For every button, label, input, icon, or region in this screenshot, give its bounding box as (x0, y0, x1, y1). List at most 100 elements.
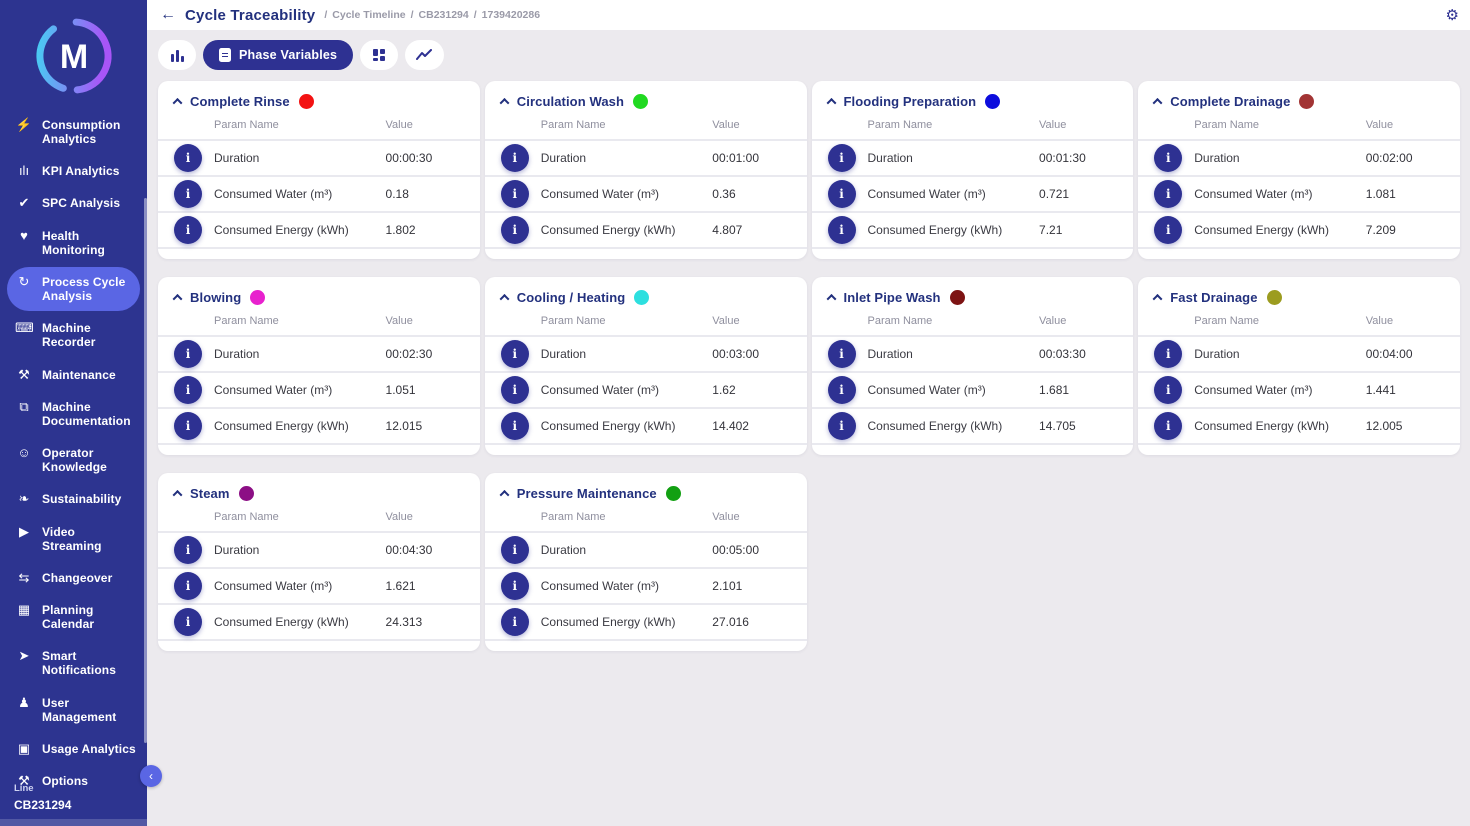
table-row-consumed-energy-kwh: iConsumed Energy (kWh)1.802 (158, 211, 480, 247)
phase-variables-button[interactable]: Phase Variables (203, 40, 353, 70)
breadcrumb-cycle-timeline[interactable]: Cycle Timeline (332, 9, 405, 21)
bar-chart-view-button[interactable] (158, 40, 196, 70)
info-icon[interactable]: i (1154, 340, 1182, 368)
sidebar-vertical-scrollbar[interactable] (144, 198, 147, 743)
column-header-param-name: Param Name (1194, 119, 1366, 131)
info-icon[interactable]: i (501, 180, 529, 208)
info-icon[interactable]: i (828, 144, 856, 172)
param-name: Consumed Energy (kWh) (1194, 223, 1366, 237)
info-icon[interactable]: i (174, 376, 202, 404)
chevron-up-icon[interactable] (826, 98, 836, 108)
chevron-up-icon[interactable] (1153, 98, 1163, 108)
sidebar-collapse-button[interactable]: ‹ (140, 765, 162, 787)
phase-card-header: Complete Rinse (158, 81, 480, 114)
table-row-consumed-energy-kwh: iConsumed Energy (kWh)7.21 (812, 211, 1134, 247)
sidebar-item-label: Process Cycle Analysis (42, 275, 136, 303)
info-icon[interactable]: i (501, 572, 529, 600)
sidebar: M ⚡Consumption AnalyticsılıKPI Analytics… (0, 0, 147, 826)
chevron-up-icon[interactable] (173, 294, 183, 304)
phase-card-flooding-preparation: Flooding PreparationParam NameValueiDura… (812, 81, 1134, 259)
info-icon[interactable]: i (828, 340, 856, 368)
param-name: Consumed Energy (kWh) (214, 419, 386, 433)
info-icon[interactable]: i (501, 216, 529, 244)
table-header: Param NameValue (485, 310, 807, 335)
param-name: Duration (541, 347, 713, 361)
param-value: 00:02:30 (386, 347, 464, 361)
info-icon[interactable]: i (174, 340, 202, 368)
param-name: Consumed Energy (kWh) (541, 419, 713, 433)
documents-icon: ⧉ (15, 400, 33, 414)
sidebar-item-changeover[interactable]: ⇆Changeover (7, 563, 140, 593)
dashboard-grid-view-button[interactable] (360, 40, 398, 70)
chevron-up-icon[interactable] (499, 294, 509, 304)
chevron-up-icon[interactable] (173, 98, 183, 108)
chevron-up-icon[interactable] (499, 98, 509, 108)
chevron-up-icon[interactable] (1153, 294, 1163, 304)
sidebar-item-machine-documentation[interactable]: ⧉Machine Documentation (7, 392, 140, 436)
info-icon[interactable]: i (501, 340, 529, 368)
info-icon[interactable]: i (1154, 144, 1182, 172)
info-icon[interactable]: i (501, 376, 529, 404)
breadcrumb-cycle-id[interactable]: 1739420286 (482, 9, 540, 21)
table-row-duration: iDuration00:01:30 (812, 139, 1134, 175)
sidebar-item-process-cycle-analysis[interactable]: ↻Process Cycle Analysis (7, 267, 140, 311)
sidebar-item-sustainability[interactable]: ❧Sustainability (7, 484, 140, 514)
trend-line-icon (416, 49, 433, 61)
info-icon[interactable]: i (174, 216, 202, 244)
param-value: 1.441 (1366, 383, 1444, 397)
table-row-consumed-energy-kwh: iConsumed Energy (kWh)14.705 (812, 407, 1134, 443)
info-icon[interactable]: i (501, 144, 529, 172)
table-row-consumed-energy-kwh: iConsumed Energy (kWh)7.209 (1138, 211, 1460, 247)
sidebar-item-video-streaming[interactable]: ▶Video Streaming (7, 517, 140, 561)
param-name: Consumed Energy (kWh) (868, 419, 1040, 433)
info-icon[interactable]: i (501, 536, 529, 564)
sidebar-item-maintenance[interactable]: ⚒Maintenance (7, 360, 140, 390)
chevron-up-icon[interactable] (173, 490, 183, 500)
phase-title: Steam (190, 486, 230, 501)
gear-icon[interactable]: ⚙ (1446, 6, 1459, 24)
trend-line-view-button[interactable] (405, 40, 444, 70)
breadcrumb-line-id[interactable]: CB231294 (419, 9, 469, 21)
back-arrow-icon[interactable]: ← (160, 6, 176, 24)
info-icon[interactable]: i (1154, 412, 1182, 440)
info-icon[interactable]: i (1154, 376, 1182, 404)
chevron-up-icon[interactable] (499, 490, 509, 500)
info-icon[interactable]: i (828, 180, 856, 208)
sidebar-item-usage-analytics[interactable]: ▣Usage Analytics (7, 734, 140, 764)
sidebar-item-machine-recorder[interactable]: ⌨Machine Recorder (7, 313, 140, 357)
sidebar-item-user-management[interactable]: ♟User Management (7, 688, 140, 732)
param-name: Duration (214, 347, 386, 361)
table-header: Param NameValue (485, 114, 807, 139)
sidebar-item-operator-knowledge[interactable]: ☺Operator Knowledge (7, 438, 140, 482)
sidebar-item-kpi-analytics[interactable]: ılıKPI Analytics (7, 156, 140, 186)
info-icon[interactable]: i (174, 412, 202, 440)
info-icon[interactable]: i (828, 412, 856, 440)
app-root: M ⚡Consumption AnalyticsılıKPI Analytics… (0, 0, 1470, 826)
sidebar-item-spc-analysis[interactable]: ✔SPC Analysis (7, 188, 140, 218)
param-rows: iDuration00:00:30iConsumed Water (m³)0.1… (158, 139, 480, 249)
sidebar-item-label: Usage Analytics (42, 742, 136, 756)
info-icon[interactable]: i (1154, 216, 1182, 244)
sidebar-horizontal-scrollbar[interactable] (0, 819, 147, 826)
info-icon[interactable]: i (174, 572, 202, 600)
info-icon[interactable]: i (501, 608, 529, 636)
info-icon[interactable]: i (174, 180, 202, 208)
info-icon[interactable]: i (174, 608, 202, 636)
info-icon[interactable]: i (174, 536, 202, 564)
sidebar-item-consumption-analytics[interactable]: ⚡Consumption Analytics (7, 110, 140, 154)
param-name: Consumed Water (m³) (1194, 383, 1366, 397)
info-icon[interactable]: i (828, 216, 856, 244)
phase-card-steam: SteamParam NameValueiDuration00:04:30iCo… (158, 473, 480, 651)
info-icon[interactable]: i (828, 376, 856, 404)
breadcrumb-separator: / (411, 9, 414, 21)
sidebar-item-smart-notifications[interactable]: ➤Smart Notifications (7, 641, 140, 685)
info-icon[interactable]: i (1154, 180, 1182, 208)
table-header: Param NameValue (485, 506, 807, 531)
sidebar-item-planning-calendar[interactable]: ▦Planning Calendar (7, 595, 140, 639)
param-rows: iDuration00:02:00iConsumed Water (m³)1.0… (1138, 139, 1460, 249)
info-icon[interactable]: i (174, 144, 202, 172)
info-icon[interactable]: i (501, 412, 529, 440)
param-value: 0.36 (712, 187, 790, 201)
chevron-up-icon[interactable] (826, 294, 836, 304)
sidebar-item-health-monitoring[interactable]: ♥Health Monitoring (7, 221, 140, 265)
